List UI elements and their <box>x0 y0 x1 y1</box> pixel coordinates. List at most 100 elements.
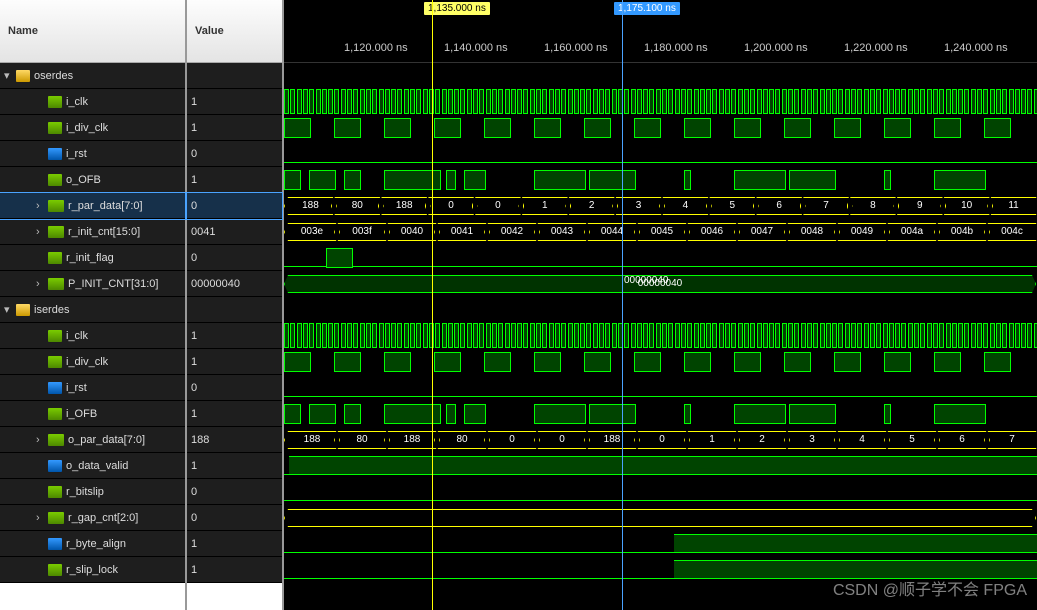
signal-icon <box>48 434 64 446</box>
expand-icon[interactable]: › <box>36 434 48 446</box>
expand-icon[interactable]: › <box>36 512 48 524</box>
value-cell: 0 <box>187 141 282 167</box>
signal-row[interactable]: r_init_flag <box>0 245 185 271</box>
time-tick: 1,120.000 ns <box>344 42 408 54</box>
signal-icon <box>48 356 62 368</box>
waveform-row[interactable] <box>284 89 1037 115</box>
value-cell: 0 <box>187 375 282 401</box>
signal-row[interactable]: i_rst <box>0 375 185 401</box>
signal-row[interactable]: i_div_clk <box>0 349 185 375</box>
cursor-blue[interactable] <box>622 0 623 610</box>
value-cell: 0 <box>187 479 282 505</box>
waveform-row[interactable] <box>284 479 1037 505</box>
signal-row[interactable]: i_clk <box>0 323 185 349</box>
signal-icon <box>48 460 62 472</box>
group-row[interactable]: ▾oserdes <box>0 63 185 89</box>
group-icon <box>16 304 30 316</box>
waveform-row[interactable]: 0000004000000040 <box>284 271 1037 297</box>
value-cell: 1 <box>187 349 282 375</box>
group-row[interactable]: ▾iserdes <box>0 297 185 323</box>
collapse-icon[interactable]: ▾ <box>4 69 16 82</box>
signal-row[interactable]: i_clk <box>0 89 185 115</box>
waveform-row[interactable]: 18880188800018801234567 <box>284 427 1037 453</box>
signal-icon <box>48 148 62 160</box>
value-cell: 1 <box>187 89 282 115</box>
group-icon <box>16 70 30 82</box>
cursor-marker-yellow[interactable]: 1,135.000 ns <box>424 2 490 15</box>
waveform-row[interactable] <box>284 531 1037 557</box>
value-cell: 0 <box>187 193 282 219</box>
value-cell: 1 <box>187 167 282 193</box>
signal-icon <box>48 226 64 238</box>
signal-name: o_par_data[7:0] <box>68 434 145 446</box>
cursor-yellow[interactable] <box>432 0 433 610</box>
signal-icon <box>48 122 62 134</box>
signal-row[interactable]: i_div_clk <box>0 115 185 141</box>
signal-icon <box>48 564 62 576</box>
value-cell <box>187 63 282 89</box>
time-tick: 1,140.000 ns <box>444 42 508 54</box>
signal-row[interactable]: r_bitslip <box>0 479 185 505</box>
signal-row[interactable]: ›P_INIT_CNT[31:0] <box>0 271 185 297</box>
time-tick: 1,220.000 ns <box>844 42 908 54</box>
value-cell: 1 <box>187 557 282 583</box>
waveform-row[interactable]: 18880188001234567891011 <box>284 193 1037 219</box>
value-cell: 1 <box>187 531 282 557</box>
signal-icon <box>48 486 62 498</box>
value-cell: 0 <box>187 505 282 531</box>
signal-icon <box>48 96 62 108</box>
value-cell: 0041 <box>187 219 282 245</box>
waveform-row[interactable]: 003e003f00400041004200430044004500460047… <box>284 219 1037 245</box>
value-cell: 188 <box>187 427 282 453</box>
signal-row[interactable]: i_OFB <box>0 401 185 427</box>
signal-row[interactable]: › o_par_data[7:0] <box>0 427 185 453</box>
signal-row[interactable]: i_rst <box>0 141 185 167</box>
signal-name: i_OFB <box>66 408 97 420</box>
signal-row[interactable]: r_byte_align <box>0 531 185 557</box>
waveform-row[interactable] <box>284 245 1037 271</box>
signal-icon <box>48 278 64 290</box>
time-ruler[interactable]: 1,135.000 ns 1,175.100 ns 1,120.000 ns 1,… <box>284 0 1037 63</box>
waveform-row[interactable] <box>284 115 1037 141</box>
value-cell: 1 <box>187 453 282 479</box>
signal-name: i_rst <box>66 148 87 160</box>
signal-name: r_par_data[7:0] <box>68 200 143 212</box>
signal-row[interactable]: › r_par_data[7:0] <box>0 193 185 219</box>
expand-icon[interactable]: › <box>36 278 48 290</box>
signal-name: i_clk <box>66 96 88 108</box>
value-cell: 1 <box>187 401 282 427</box>
signal-name: i_div_clk <box>66 356 108 368</box>
waveform-row[interactable] <box>284 323 1037 349</box>
waveform-row[interactable] <box>284 375 1037 401</box>
waveform-row[interactable] <box>284 167 1037 193</box>
name-column: Name ▾oserdesi_clki_div_clki_rsto_OFB›r_… <box>0 0 187 610</box>
signal-row[interactable]: ›r_gap_cnt[2:0] <box>0 505 185 531</box>
signal-row[interactable]: o_data_valid <box>0 453 185 479</box>
collapse-icon[interactable]: ▾ <box>4 303 16 316</box>
signal-name: r_byte_align <box>66 538 126 550</box>
waveform-row[interactable] <box>284 505 1037 531</box>
value-header: Value <box>187 0 282 63</box>
signal-name: r_init_flag <box>66 252 114 264</box>
value-cell <box>187 297 282 323</box>
waveform-viewer: Name ▾oserdesi_clki_div_clki_rsto_OFB›r_… <box>0 0 1037 610</box>
value-cell: 00000040 <box>187 271 282 297</box>
waveform-row[interactable] <box>284 453 1037 479</box>
watermark: CSDN @顺子学不会 FPGA <box>833 576 1027 600</box>
value-cell: 1 <box>187 323 282 349</box>
waveform-area[interactable]: 1,135.000 ns 1,175.100 ns 1,120.000 ns 1,… <box>284 0 1037 610</box>
signal-icon <box>48 538 62 550</box>
waveform-row[interactable] <box>284 401 1037 427</box>
signal-icon <box>48 252 62 264</box>
signal-row[interactable]: ›r_init_cnt[15:0] <box>0 219 185 245</box>
waveform-row[interactable] <box>284 349 1037 375</box>
signal-icon <box>48 408 62 420</box>
expand-icon[interactable]: › <box>36 226 48 238</box>
expand-icon[interactable]: › <box>36 200 48 212</box>
signal-icon <box>48 512 64 524</box>
value-cell: 0 <box>187 245 282 271</box>
cursor-marker-blue[interactable]: 1,175.100 ns <box>614 2 680 15</box>
waveform-row[interactable] <box>284 141 1037 167</box>
signal-row[interactable]: o_OFB <box>0 167 185 193</box>
signal-row[interactable]: r_slip_lock <box>0 557 185 583</box>
